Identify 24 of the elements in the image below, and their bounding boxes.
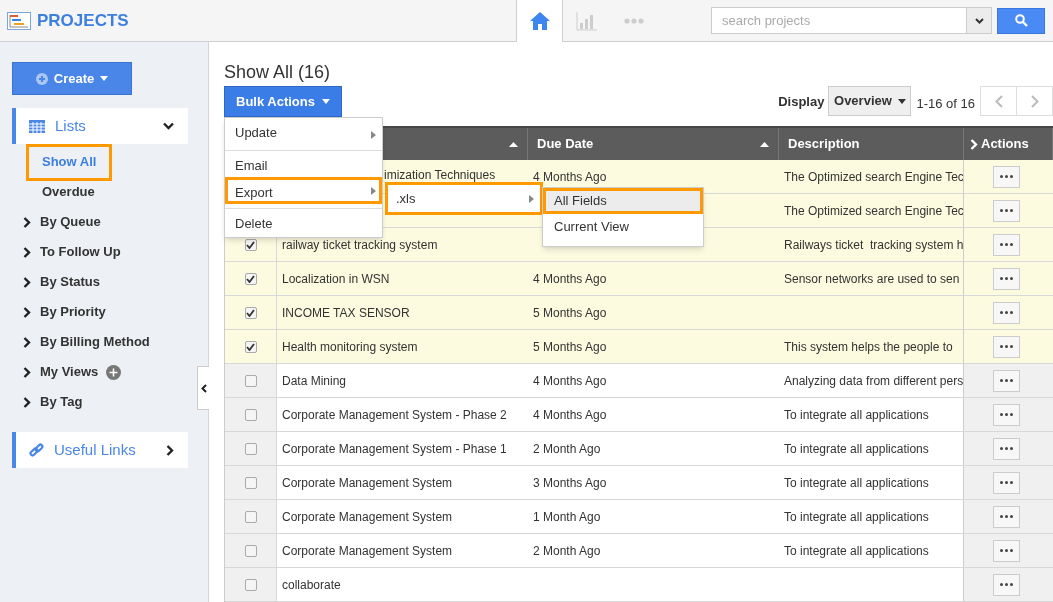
description: To integrate all applications bbox=[784, 508, 929, 526]
description: To integrate all applications bbox=[784, 406, 929, 424]
app-title: PROJECTS bbox=[37, 9, 129, 32]
due-date: 5 Months Ago bbox=[533, 304, 607, 322]
description: To integrate all applications bbox=[784, 542, 929, 560]
description: To integrate all applications bbox=[784, 474, 929, 492]
display-label: Display bbox=[778, 93, 825, 111]
due-date: 4 Months Ago bbox=[533, 406, 607, 424]
description: The Optimized search Engine Tec bbox=[784, 202, 963, 220]
description: Railways ticket tracking system h bbox=[784, 236, 963, 254]
due-date: 5 Months Ago bbox=[533, 338, 607, 356]
page-range: 1-16 of 16 bbox=[916, 95, 975, 113]
description: Sensor networks are used to sen bbox=[784, 270, 960, 288]
description: The Optimized search Engine Tec bbox=[784, 168, 963, 186]
description: This system helps the people to bbox=[784, 338, 953, 356]
due-date: 4 Months Ago bbox=[533, 372, 607, 390]
description: To integrate all applications bbox=[784, 440, 929, 458]
due-date: 1 Month Ago bbox=[533, 508, 601, 526]
description: Analyzing data from different pers bbox=[784, 372, 963, 390]
due-date: 2 Month Ago bbox=[533, 440, 601, 458]
due-date: 2 Month Ago bbox=[533, 542, 601, 560]
due-date: 4 Months Ago bbox=[533, 270, 607, 288]
due-date: 3 Months Ago bbox=[533, 474, 607, 492]
page-heading: Show All (16) bbox=[224, 61, 332, 83]
